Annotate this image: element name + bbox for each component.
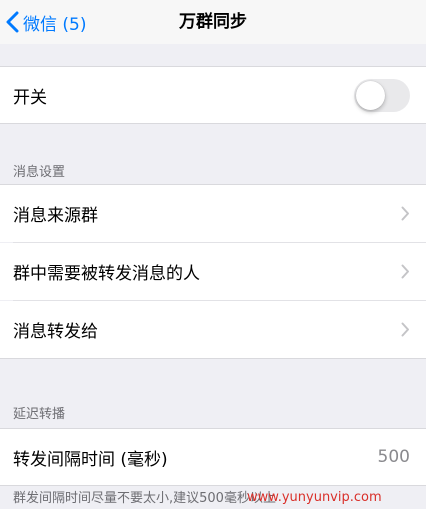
- chevron-right-icon: [401, 322, 410, 337]
- interval-value: 500: [377, 447, 410, 467]
- list-item-message-source-groups[interactable]: 消息来源群: [0, 185, 426, 242]
- interval-label: 转发间隔时间 (毫秒): [13, 449, 168, 470]
- section-header-message-settings: 消息设置: [13, 165, 66, 180]
- divider: [0, 358, 426, 359]
- divider: [0, 123, 426, 124]
- list-item-forward-to[interactable]: 消息转发给: [0, 301, 426, 358]
- navigation-bar: 微信 (5) 万群同步: [0, 0, 426, 44]
- switch-cell: 开关: [0, 67, 426, 123]
- list-item-label: 消息来源群: [13, 206, 98, 226]
- divider: [0, 485, 426, 486]
- switch-knob: [356, 80, 385, 110]
- chevron-right-icon: [401, 206, 410, 221]
- switch-label: 开关: [13, 87, 47, 108]
- list-item-members-to-forward[interactable]: 群中需要被转发消息的人: [0, 243, 426, 300]
- switch-toggle[interactable]: [354, 78, 410, 112]
- list-item-label: 群中需要被转发消息的人: [13, 264, 200, 284]
- section-header-delay: 延迟转播: [13, 407, 66, 422]
- interval-cell[interactable]: 转发间隔时间 (毫秒) 500: [0, 429, 426, 485]
- watermark: www.yunyunvip.com: [247, 490, 382, 505]
- chevron-right-icon: [401, 264, 410, 279]
- list-item-label: 消息转发给: [13, 322, 98, 342]
- interval-footer-note: 群发间隔时间尽量不要太小,建议500毫秒以上: [13, 491, 276, 506]
- page-title: 万群同步: [179, 12, 247, 32]
